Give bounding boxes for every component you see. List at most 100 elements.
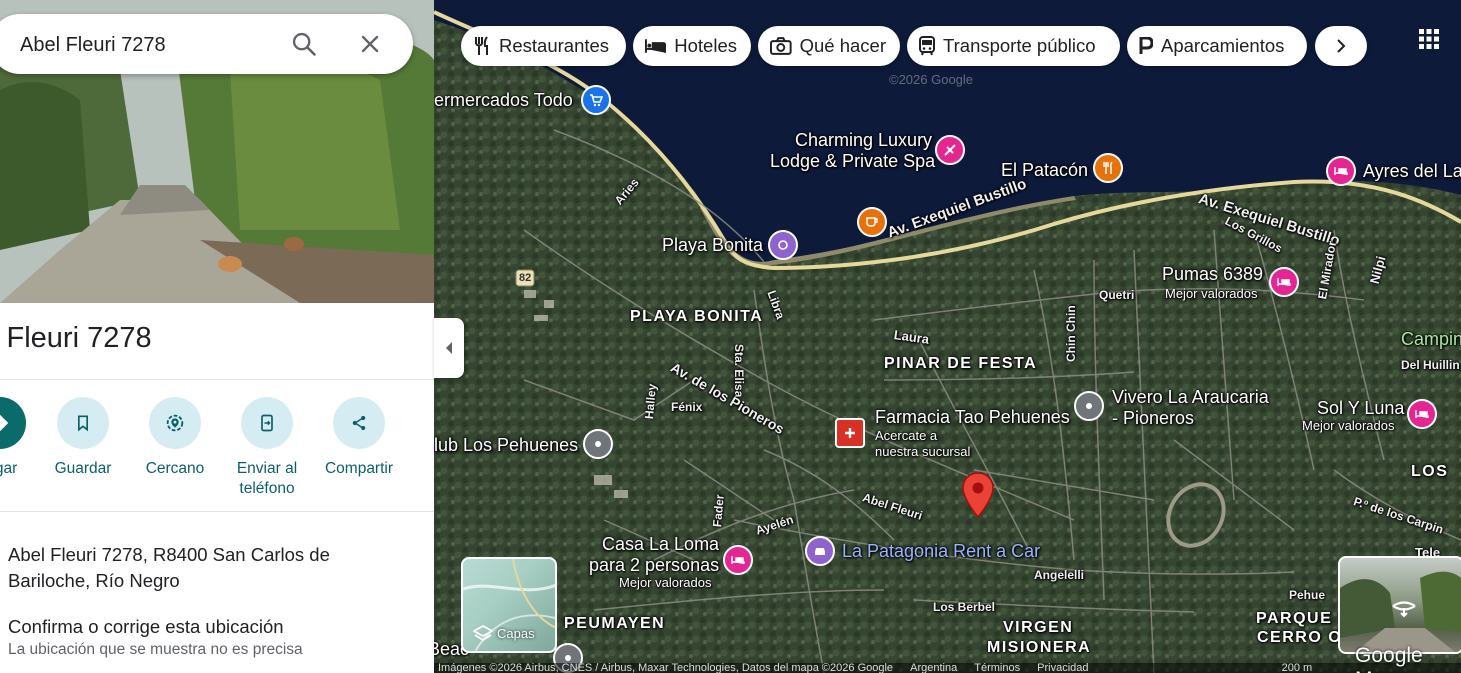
street-label: Del Huillin <box>1401 358 1460 372</box>
poi-label[interactable]: Camping <box>1401 329 1461 350</box>
send-to-phone-button[interactable]: Enviar al teléfono <box>221 397 313 499</box>
map-canvas[interactable]: ©2026 Google Restaurantes Hoteles Qué ha… <box>434 0 1461 673</box>
poi-label[interactable]: Lodge & Private Spa <box>770 151 935 172</box>
transit-icon <box>919 36 935 56</box>
nearby-icon <box>149 397 201 449</box>
shopping-cart-icon[interactable] <box>581 85 611 115</box>
category-chip-transit[interactable]: Transporte público <box>907 26 1120 66</box>
area-label: VIRGEN <box>1003 619 1074 636</box>
share-button[interactable]: Compartir <box>313 397 405 479</box>
map-watermark: ©2026 Google <box>889 72 974 87</box>
car-rental-pin-icon[interactable] <box>805 536 835 566</box>
street-label: Sta. Elisa <box>732 344 746 398</box>
poi-sublabel: Mejor valorados <box>619 575 712 590</box>
poi-sublabel: Mejor valorados <box>1165 286 1258 301</box>
category-chip-label: Transporte público <box>943 35 1096 56</box>
street-label: Quetri <box>1099 288 1135 302</box>
footer-link-terms[interactable]: Términos <box>974 663 1020 673</box>
poi-label[interactable]: Farmacia Tao Pehuenes <box>875 407 1070 428</box>
location-marker-icon[interactable] <box>961 471 995 519</box>
chevron-right-icon <box>1337 39 1346 53</box>
street-label: Pehue <box>1289 588 1326 602</box>
restaurant-icon <box>475 36 488 55</box>
route-shield-label: 82 <box>519 272 532 284</box>
google-maps-logo: Google Maps <box>1355 644 1423 673</box>
place-pin-icon[interactable] <box>1074 391 1104 421</box>
category-chip-label: Restaurantes <box>499 35 610 56</box>
cafe-pin-icon[interactable] <box>857 207 887 237</box>
layers-label: Capas <box>497 626 535 641</box>
poi-label[interactable]: Playa Bonita <box>662 235 763 256</box>
street-label: Fénix <box>671 400 703 414</box>
collapse-panel-button[interactable] <box>434 318 464 378</box>
street-label: Angelelli <box>1034 568 1085 582</box>
street-view-thumbnail[interactable] <box>1338 556 1461 654</box>
attribution-text: Imágenes ©2026 Airbus, CNES / Airbus, Ma… <box>438 663 894 673</box>
street-label: Fader <box>710 493 727 528</box>
save-button[interactable]: Guardar <box>37 397 129 479</box>
spa-icon[interactable] <box>935 135 965 165</box>
nearby-button[interactable]: Cercano <box>129 397 221 479</box>
hotel-pin-icon[interactable] <box>1407 399 1437 429</box>
share-label: Compartir <box>324 460 394 477</box>
search-input[interactable] <box>18 14 272 76</box>
poi-label[interactable]: Casa La Loma <box>602 534 719 555</box>
hotel-pin-icon[interactable] <box>723 545 753 575</box>
category-chip-parking[interactable]: Aparcamientos <box>1127 26 1307 66</box>
category-chip-label: Qué hacer <box>799 35 886 56</box>
confirm-location-subtitle: La ubicación que se muestra no es precis… <box>8 641 303 658</box>
area-label: MISIONERA <box>987 639 1092 656</box>
footer-link-country[interactable]: Argentina <box>910 663 957 673</box>
search-icon[interactable] <box>290 30 318 58</box>
place-panel: l Fleuri 7278 legar Guardar Cercano Envi… <box>0 0 434 673</box>
scale-label[interactable]: 200 m <box>1282 663 1313 673</box>
category-chip-label: Aparcamientos <box>1161 35 1285 56</box>
parking-icon <box>1139 37 1153 54</box>
area-label: PINAR DE FESTA <box>884 355 1038 372</box>
divider <box>0 511 434 512</box>
beach-pin-icon[interactable] <box>768 230 798 260</box>
share-icon <box>333 397 385 449</box>
poi-label[interactable]: lub Los Pehuenes <box>434 435 578 456</box>
hotel-icon <box>645 39 667 53</box>
address-text[interactable]: Abel Fleuri 7278, R8400 San Carlos de Ba… <box>8 542 408 594</box>
poi-label[interactable]: - Pioneros <box>1112 408 1194 429</box>
restaurant-pin-icon[interactable] <box>1093 153 1123 183</box>
poi-label[interactable]: Vivero La Araucaria <box>1112 387 1269 408</box>
confirm-location-title[interactable]: Confirma o corrige esta ubicación <box>8 616 284 638</box>
poi-label[interactable]: ermercados Todo <box>434 90 573 111</box>
poi-sublabel: Mejor valorados <box>1302 418 1395 433</box>
poi-label[interactable]: Charming Luxury <box>795 130 932 151</box>
save-label: Guardar <box>54 460 112 477</box>
hotel-pin-icon[interactable] <box>1269 267 1299 297</box>
area-label: PEUMAYEN <box>564 615 666 632</box>
more-categories-button[interactable] <box>1315 26 1367 66</box>
area-label: PLAYA BONITA <box>630 308 764 325</box>
poi-label[interactable]: La Patagonia Rent a Car <box>842 541 1040 562</box>
poi-label[interactable]: Ayres del Lag <box>1363 161 1461 182</box>
map-footer: Imágenes ©2026 Airbus, CNES / Airbus, Ma… <box>434 663 1461 673</box>
nearby-label: Cercano <box>145 460 205 477</box>
category-chip-restaurants[interactable]: Restaurantes <box>461 26 626 66</box>
poi-sublabel: Acercate a <box>875 428 938 443</box>
pharmacy-pin-icon[interactable] <box>835 418 865 448</box>
rotate-360-icon <box>1392 601 1416 618</box>
close-icon[interactable] <box>356 30 384 58</box>
poi-label[interactable]: Sol Y Luna <box>1317 398 1404 419</box>
apps-grid-icon[interactable] <box>1418 28 1440 50</box>
layers-icon <box>473 625 493 642</box>
category-chip-things-to-do[interactable]: Qué hacer <box>758 26 900 66</box>
footer-link-privacy[interactable]: Privacidad <box>1037 663 1088 673</box>
hotel-pin-icon[interactable] <box>1326 156 1356 186</box>
bookmark-icon <box>57 397 109 449</box>
layers-button[interactable]: Capas <box>461 557 557 653</box>
place-title: l Fleuri 7278 <box>0 322 152 354</box>
chevron-left-icon <box>446 342 452 354</box>
street-label: Chin Chin <box>1064 305 1078 362</box>
area-label: LOS <box>1411 463 1449 480</box>
category-chip-hotels[interactable]: Hoteles <box>633 26 751 66</box>
category-chip-label: Hoteles <box>674 35 737 56</box>
poi-label[interactable]: Pumas 6389 <box>1162 264 1263 285</box>
place-pin-icon[interactable] <box>583 429 613 459</box>
poi-label[interactable]: para 2 personas <box>589 555 719 576</box>
